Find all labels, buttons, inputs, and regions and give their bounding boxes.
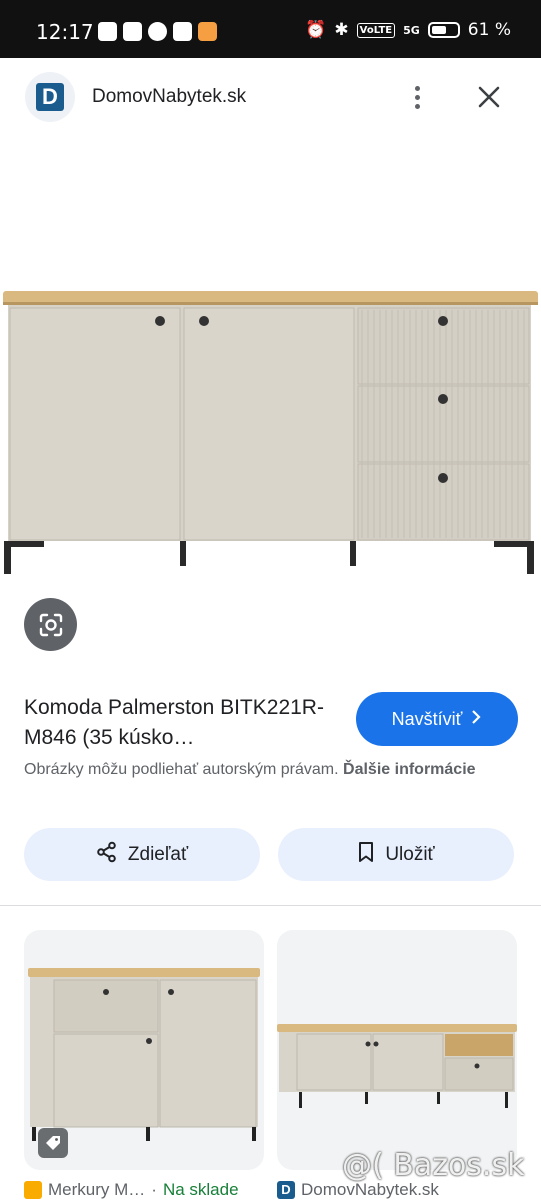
related-source-2[interactable]: D DomovNabytek.sk (277, 1180, 439, 1200)
visit-button[interactable]: Navštíviť (356, 692, 518, 746)
volte-badge: VoLTE (356, 22, 396, 38)
related-result-card[interactable] (24, 930, 264, 1170)
result-title[interactable]: Komoda Palmerston BITK221R-M846 (35 kúsk… (24, 693, 344, 753)
network-badge: 5G (403, 23, 420, 37)
availability-label: Na sklade (162, 1180, 239, 1199)
lens-search-icon[interactable] (24, 598, 77, 651)
status-bar: 12:17 ⏰ ✱ VoLTE 5G 61 % (0, 0, 541, 58)
status-right: ⏰ ✱ VoLTE 5G 61 % (305, 20, 511, 40)
site-logo-small: D (277, 1181, 295, 1199)
chevron-right-icon (470, 709, 482, 730)
related-source-1[interactable]: Merkury M… · Na sklade (24, 1180, 239, 1200)
bluetooth-icon: ✱ (334, 20, 349, 40)
related-result-card[interactable] (277, 930, 517, 1170)
nfc-icon (98, 22, 117, 41)
source-header: D DomovNabytek.sk (0, 58, 541, 136)
related-source-name: Merkury M… (48, 1180, 146, 1199)
tag-icon (38, 1128, 68, 1158)
visit-label: Navštíviť (391, 708, 463, 729)
site-name[interactable]: DomovNabytek.sk (92, 86, 246, 108)
battery-percent: 61 % (467, 20, 511, 40)
share-button[interactable]: Zdieľať (24, 828, 260, 881)
save-label: Uložiť (385, 843, 435, 865)
battery-icon (427, 22, 460, 38)
facebook-icon (148, 22, 167, 41)
notification-icons (98, 22, 217, 41)
site-logo-letter: D (36, 83, 64, 111)
copyright-text: Obrázky môžu podliehať autorským právam. (24, 761, 339, 778)
app-icon (173, 22, 192, 41)
save-button[interactable]: Uložiť (278, 828, 514, 881)
separator: · (151, 1180, 157, 1199)
wallet-icon (123, 22, 142, 41)
share-icon (96, 841, 118, 869)
heart-app-icon (198, 22, 217, 41)
merkury-logo-icon (24, 1181, 42, 1199)
bookmark-icon (357, 841, 375, 869)
divider (0, 905, 541, 906)
more-vert-icon[interactable] (404, 80, 430, 114)
status-time: 12:17 (36, 20, 94, 44)
watermark: @( Bazos.sk (342, 1148, 525, 1183)
related-source-name: DomovNabytek.sk (301, 1180, 439, 1199)
site-logo[interactable]: D (25, 72, 75, 122)
close-icon[interactable] (472, 80, 506, 114)
copyright-notice: Obrázky môžu podliehať autorským právam.… (24, 758, 484, 782)
share-label: Zdieľať (127, 843, 189, 865)
more-info-link[interactable]: Ďalšie informácie (343, 761, 476, 778)
alarm-icon: ⏰ (305, 20, 327, 40)
product-image[interactable] (0, 136, 541, 626)
